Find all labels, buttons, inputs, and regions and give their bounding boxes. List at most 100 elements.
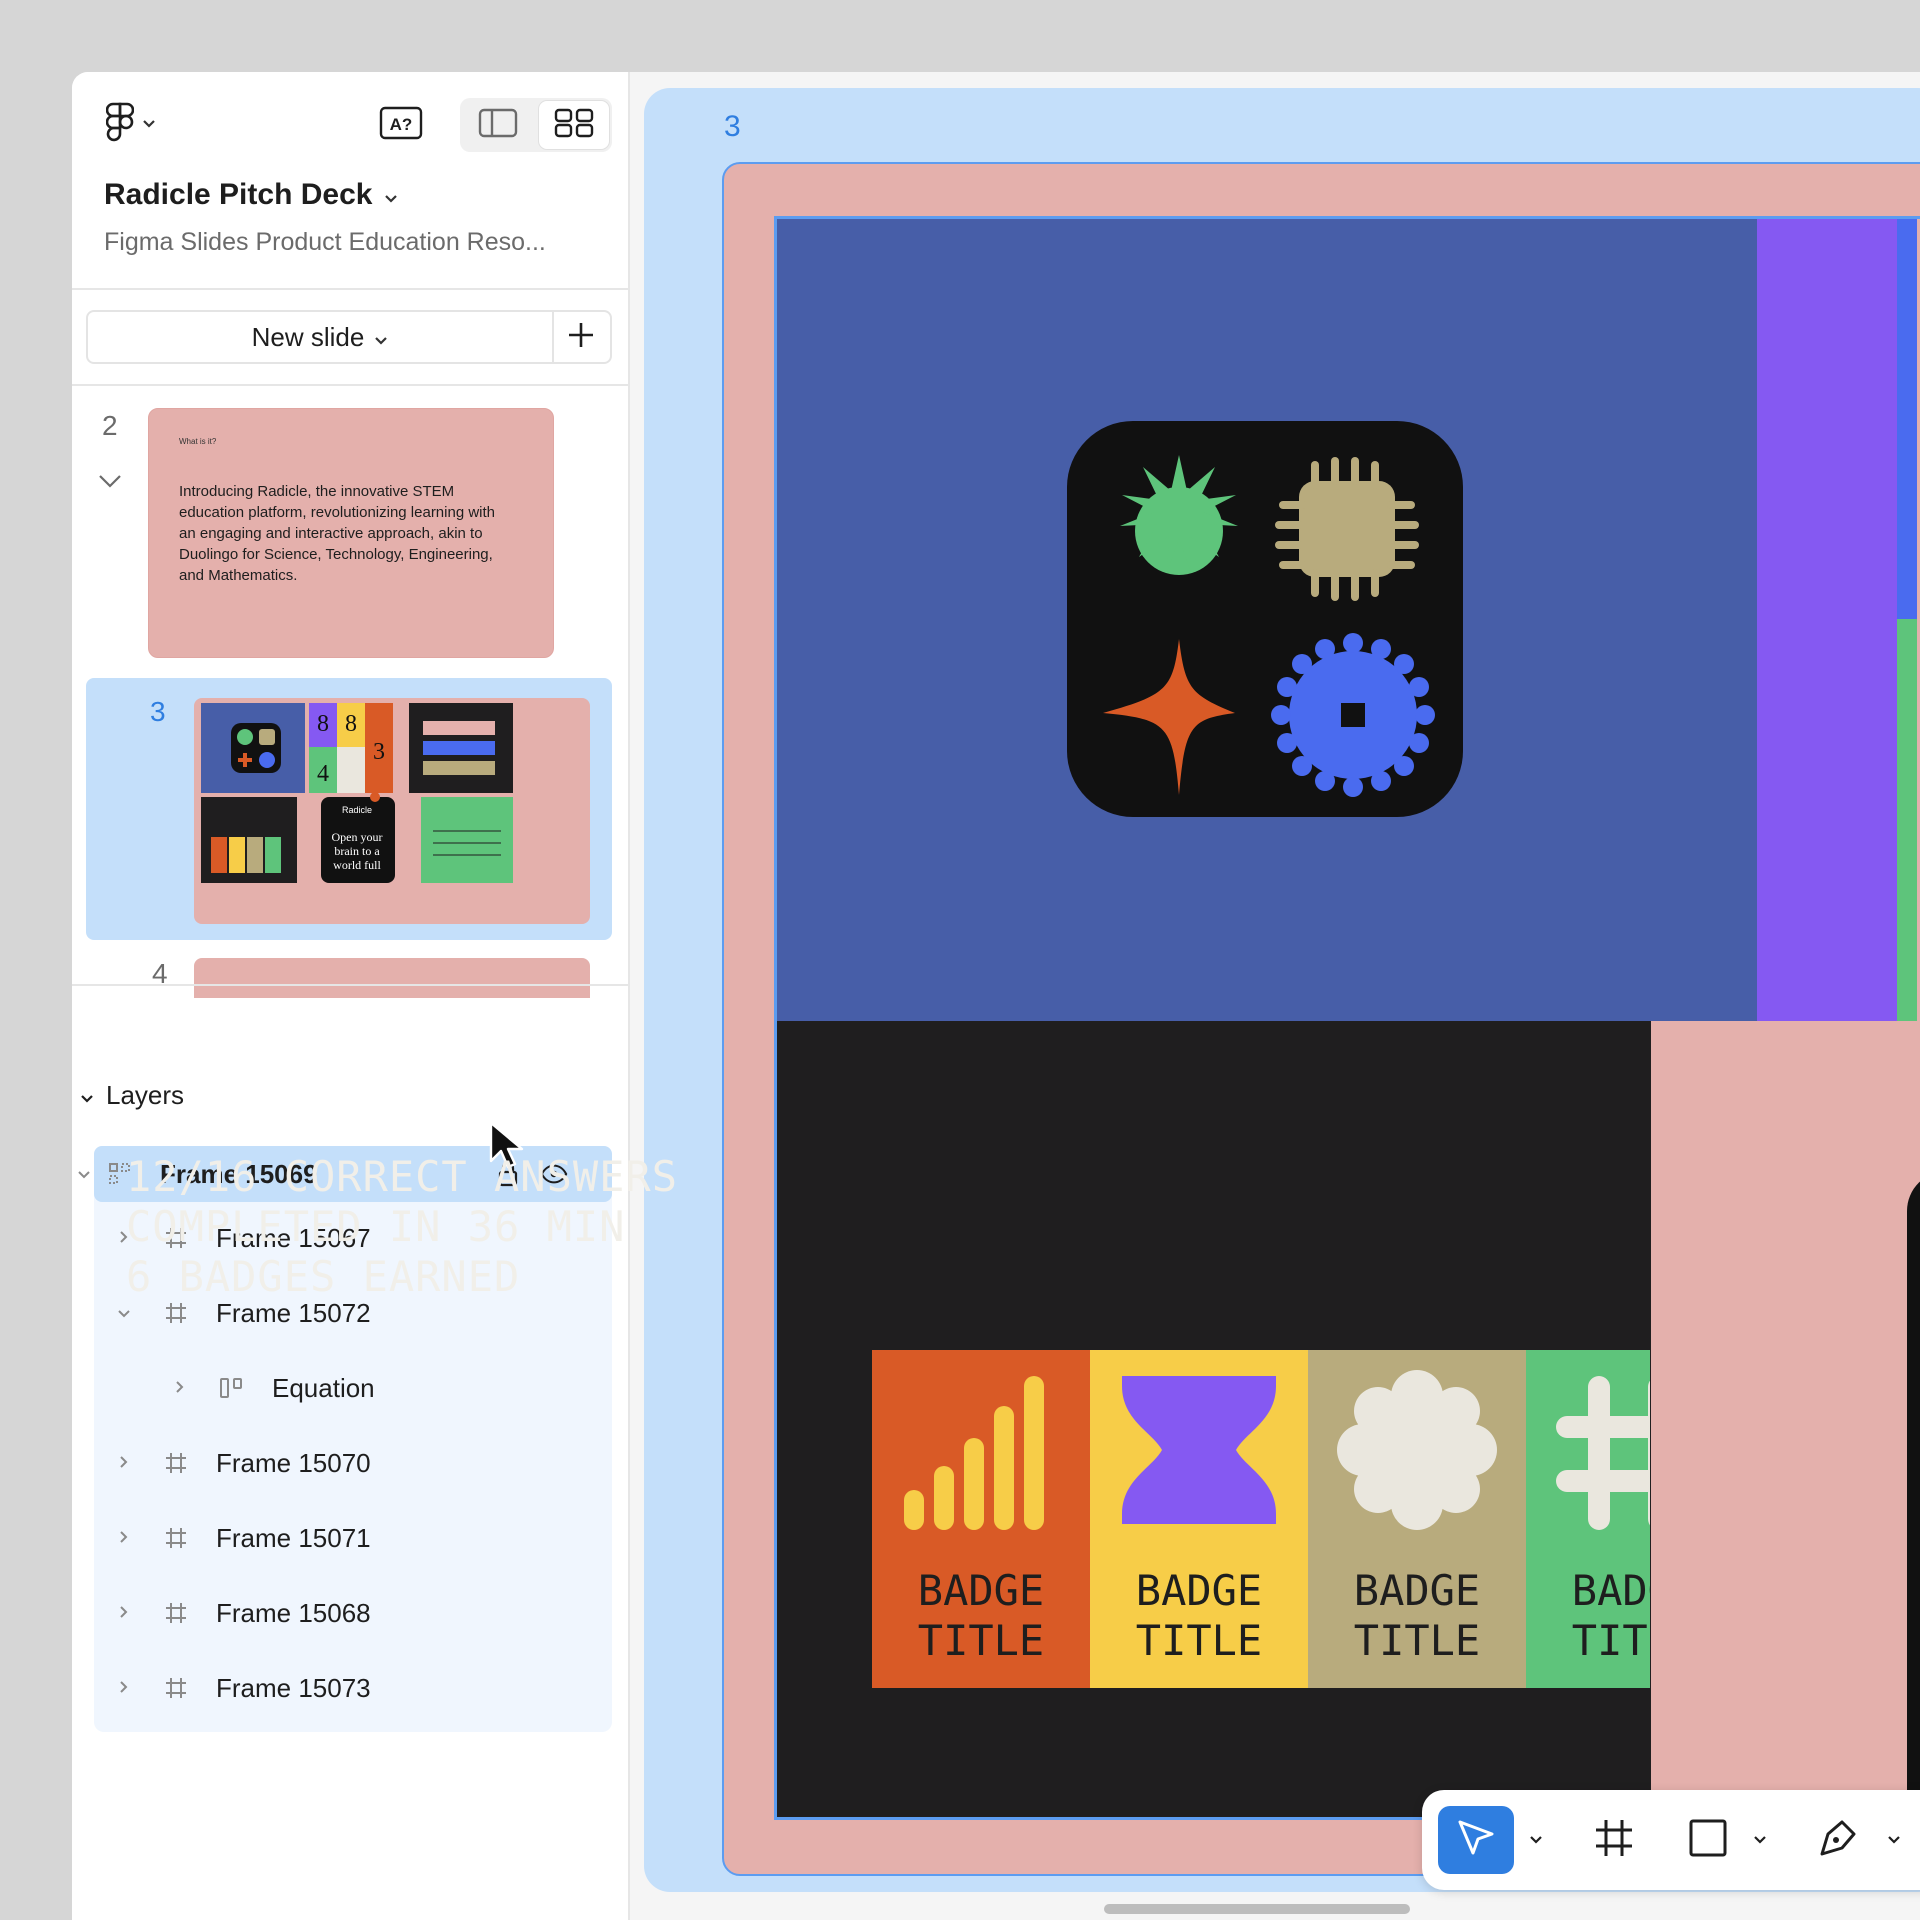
stats-line: 6 BADGES EARNED: [126, 1252, 521, 1301]
radicle-app-icon: [1067, 421, 1463, 817]
slide-kicker: What is it?: [179, 437, 217, 446]
divider: [72, 288, 628, 290]
layer-name: Frame 15071: [216, 1522, 371, 1553]
chevron-right-icon[interactable]: [170, 1378, 190, 1399]
slide-thumbnail-3[interactable]: 8 8 4 3 Radicle Open your brain to a wor…: [194, 698, 590, 924]
badges-row[interactable]: BADGE TITLE BADGE TITLE BADGE TITLE BAD …: [872, 1350, 1650, 1688]
chevron-right-icon[interactable]: [114, 1528, 134, 1549]
chevron-down-icon[interactable]: [98, 474, 122, 493]
pen-tool-button[interactable]: [1806, 1806, 1870, 1874]
badge-title-line: TITLE: [1135, 1616, 1263, 1665]
slide-number: 3: [150, 696, 166, 727]
app-icon-panel[interactable]: [777, 219, 1757, 1021]
badge-title-line: TITLE: [1571, 1616, 1650, 1665]
layer-name: Frame 15070: [216, 1447, 371, 1478]
file-title-text: Radicle Pitch Deck: [104, 178, 373, 211]
horizontal-scrollbar[interactable]: [1104, 1904, 1410, 1914]
stats-text[interactable]: 12/16 CORRECT ANSWERS COMPLETED IN 36 MI…: [126, 1152, 678, 1302]
mini-brand: Radicle: [342, 805, 372, 815]
chevron-down-icon: [374, 322, 388, 353]
file-title[interactable]: Radicle Pitch Deck: [104, 178, 398, 212]
new-slide-button[interactable]: New slide: [88, 312, 554, 362]
rectangle-tool-button[interactable]: [1676, 1806, 1740, 1874]
layer-row[interactable]: Frame 15068: [94, 1585, 612, 1641]
main-menu-button[interactable]: [105, 102, 156, 147]
chevron-right-icon[interactable]: [114, 1603, 134, 1624]
hash-frame-icon: [162, 1599, 190, 1627]
grid-icon: [554, 108, 594, 143]
layer-row[interactable]: Equation: [94, 1360, 612, 1416]
slide-number: 2: [102, 410, 118, 441]
chevron-down-icon[interactable]: [1524, 1806, 1548, 1874]
stats-line: 12/16 CORRECT ANSWERS: [126, 1152, 679, 1201]
move-tool-button[interactable]: [1438, 1806, 1514, 1874]
view-toggle: [460, 98, 612, 152]
pen-icon: [1816, 1816, 1860, 1865]
gear-icon: [1271, 633, 1435, 797]
chevron-right-icon[interactable]: [114, 1678, 134, 1699]
slide-thumbnail-4[interactable]: [194, 958, 590, 998]
flower-icon: [1337, 1370, 1497, 1530]
ai-help-button[interactable]: A?: [378, 100, 424, 146]
slide-body-text: Introducing Radicle, the innovative STEM…: [179, 483, 496, 584]
stats-line: COMPLETED IN 36 MIN: [126, 1202, 626, 1251]
badge-title: BADGE TITLE: [1308, 1566, 1526, 1666]
frame-tool-button[interactable]: [1582, 1806, 1646, 1874]
slide-3-mini-preview: 8 8 4 3 Radicle Open your brain to a wor…: [201, 703, 513, 883]
chevron-right-icon[interactable]: [114, 1453, 134, 1474]
layer-name: Equation: [272, 1372, 375, 1403]
badge-card[interactable]: BADGE TITLE: [1526, 1350, 1650, 1688]
new-slide-control: New slide: [86, 310, 612, 364]
new-slide-label: New slide: [251, 321, 365, 352]
single-view-button[interactable]: [463, 101, 533, 149]
badge-card[interactable]: BADGE TITLE: [1090, 1350, 1308, 1688]
chevron-down-icon[interactable]: [74, 1164, 94, 1185]
badge-title-line: BADGE: [1571, 1566, 1650, 1615]
layers-section-header[interactable]: Layers: [80, 1080, 184, 1111]
slide-thumbnail-2[interactable]: What is it? Introducing Radicle, the inn…: [148, 408, 554, 658]
plus-icon: [567, 321, 595, 354]
slide-frame-label: 3: [724, 110, 741, 143]
mini-number: 4: [317, 761, 329, 787]
hash-frame-icon: [162, 1524, 190, 1552]
hash-frame-icon: [162, 1674, 190, 1702]
layer-row[interactable]: Frame 15070: [94, 1435, 612, 1491]
divider: [72, 384, 628, 386]
bottom-toolbar: [1422, 1790, 1920, 1890]
add-slide-button[interactable]: [552, 312, 610, 362]
badge-title-line: BADGE: [1135, 1566, 1263, 1615]
chevron-down-icon: [384, 178, 398, 212]
chevron-down-icon[interactable]: [114, 1303, 134, 1324]
badge-title-line: BADGE: [917, 1566, 1045, 1615]
badge-title-line: TITLE: [917, 1616, 1045, 1665]
badge-title-line: BADGE: [1353, 1566, 1481, 1615]
pink-panel[interactable]: [1651, 1021, 1920, 1817]
svg-text:brain to a: brain to a: [334, 844, 380, 858]
badge-title-line: TITLE: [1353, 1616, 1481, 1665]
signal-bars-icon: [904, 1376, 1044, 1530]
layer-row[interactable]: Frame 15071: [94, 1510, 612, 1566]
layer-name: Frame 15068: [216, 1597, 371, 1628]
dark-card-edge: [1907, 1171, 1920, 1817]
left-sidebar: A? Radicle Pitch Deck Figma Slides Produ…: [72, 72, 630, 1920]
purple-column[interactable]: [1757, 219, 1897, 1021]
grid-view-button[interactable]: [539, 101, 609, 149]
auto-layout-icon: [218, 1374, 246, 1402]
green-column[interactable]: [1897, 619, 1917, 1021]
ai-help-label: A?: [390, 115, 413, 134]
sidebar-panel-icon: [478, 108, 518, 143]
mini-number: 8: [345, 711, 357, 737]
badge-card[interactable]: BADGE TITLE: [872, 1350, 1090, 1688]
badge-card[interactable]: BADGE TITLE: [1308, 1350, 1526, 1688]
chevron-down-icon: [142, 116, 156, 134]
hash-frame-icon: [162, 1299, 190, 1327]
mini-number: 8: [317, 711, 329, 737]
chevron-down-icon[interactable]: [1882, 1806, 1906, 1874]
layer-row[interactable]: Frame 15073: [94, 1660, 612, 1716]
chevron-down-icon[interactable]: [1748, 1806, 1772, 1874]
file-project: Figma Slides Product Education Reso...: [104, 228, 546, 256]
svg-text:Open your: Open your: [332, 830, 383, 844]
layer-name: Frame 15073: [216, 1672, 371, 1703]
frame-icon: [1594, 1818, 1634, 1863]
svg-text:world full: world full: [333, 858, 381, 872]
